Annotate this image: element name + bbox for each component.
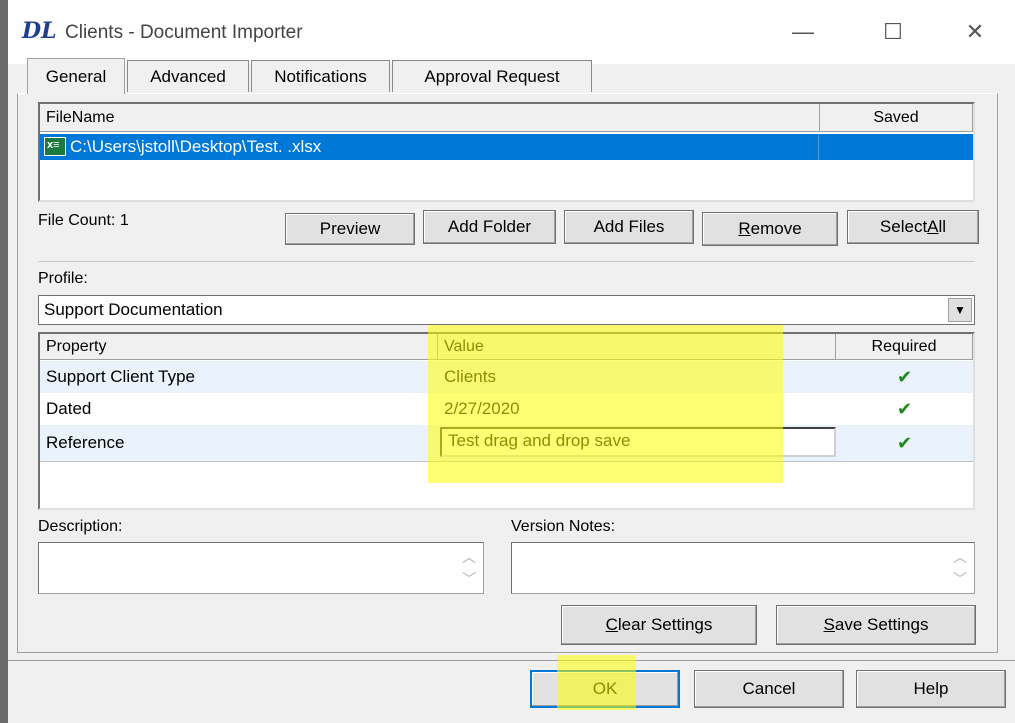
file-name: C:\Users\jstoll\Desktop\Test. .xlsx	[70, 137, 322, 156]
maximize-button[interactable]: ☐	[863, 10, 923, 54]
ok-button[interactable]: OK	[530, 670, 680, 708]
column-divider	[818, 134, 819, 160]
description-textarea[interactable]: ︿ ﹀	[38, 542, 484, 594]
column-header-filename[interactable]: FileName	[40, 104, 820, 132]
excel-file-icon: x≡	[44, 137, 66, 156]
window-title: Clients - Document Importer	[65, 22, 303, 43]
grid-line	[40, 461, 973, 462]
table-row[interactable]: x≡ C:\Users\jstoll\Desktop\Test. .xlsx	[40, 134, 973, 160]
scroll-up-icon[interactable]: ︿	[459, 547, 479, 567]
footer-separator	[8, 660, 1015, 661]
add-folder-button[interactable]: Add Folder	[423, 210, 556, 244]
column-header-saved[interactable]: Saved	[820, 104, 973, 132]
required-check-icon: ✔	[896, 398, 913, 419]
chevron-down-icon[interactable]: ▼	[948, 298, 972, 322]
table-row[interactable]: Dated 2/27/2020 ✔	[40, 393, 973, 425]
separator	[38, 261, 975, 262]
property-value[interactable]: 2/27/2020	[438, 393, 836, 425]
tab-general[interactable]: General	[27, 58, 125, 94]
file-list[interactable]: FileName Saved x≡ C:\Users\jstoll\Deskto…	[38, 102, 975, 202]
remove-button[interactable]: Remove	[702, 212, 838, 246]
table-row[interactable]: Reference Test drag and drop save ✔	[40, 425, 973, 461]
scroll-up-icon[interactable]: ︿	[950, 547, 970, 567]
select-all-button[interactable]: Select All	[847, 210, 979, 244]
column-header-value[interactable]: Value	[438, 334, 836, 360]
save-settings-button[interactable]: Save Settings	[776, 605, 976, 645]
app-logo-icon: DL	[22, 18, 57, 44]
required-check-icon: ✔	[896, 432, 913, 453]
property-name: Reference	[46, 433, 125, 452]
scroll-down-icon[interactable]: ﹀	[459, 569, 479, 589]
tab-approval-request[interactable]: Approval Request	[392, 60, 592, 92]
version-notes-label: Version Notes:	[511, 518, 616, 535]
title-bar[interactable]: DL Clients - Document Importer — ☐ ✕	[8, 0, 1015, 64]
properties-grid[interactable]: Property Value Required Support Client T…	[38, 332, 975, 510]
profile-selected-value: Support Documentation	[44, 300, 223, 319]
column-header-property[interactable]: Property	[40, 334, 438, 360]
tab-notifications[interactable]: Notifications	[251, 60, 390, 92]
add-files-button[interactable]: Add Files	[564, 210, 694, 244]
reference-input[interactable]: Test drag and drop save	[440, 427, 836, 457]
scroll-down-icon[interactable]: ﹀	[950, 569, 970, 589]
window-border	[0, 0, 8, 723]
version-notes-textarea[interactable]: ︿ ﹀	[511, 542, 975, 594]
preview-button[interactable]: Preview	[285, 213, 415, 245]
tab-advanced[interactable]: Advanced	[127, 60, 249, 92]
property-value[interactable]: Clients	[438, 361, 836, 393]
profile-label: Profile:	[38, 270, 88, 287]
column-header-required[interactable]: Required	[836, 334, 973, 360]
file-count: File Count: 1	[38, 212, 129, 229]
help-button[interactable]: Help	[856, 670, 1006, 708]
table-row[interactable]: Support Client Type Clients ✔	[40, 361, 973, 393]
clear-settings-button[interactable]: Clear Settings	[561, 605, 757, 645]
required-check-icon: ✔	[896, 366, 913, 387]
description-label: Description:	[38, 518, 123, 535]
cancel-button[interactable]: Cancel	[694, 670, 844, 708]
property-name: Dated	[46, 399, 92, 418]
profile-dropdown[interactable]: Support Documentation ▼	[38, 295, 975, 325]
close-button[interactable]: ✕	[945, 10, 1005, 54]
minimize-button[interactable]: —	[773, 10, 833, 54]
property-name: Support Client Type	[46, 367, 195, 386]
